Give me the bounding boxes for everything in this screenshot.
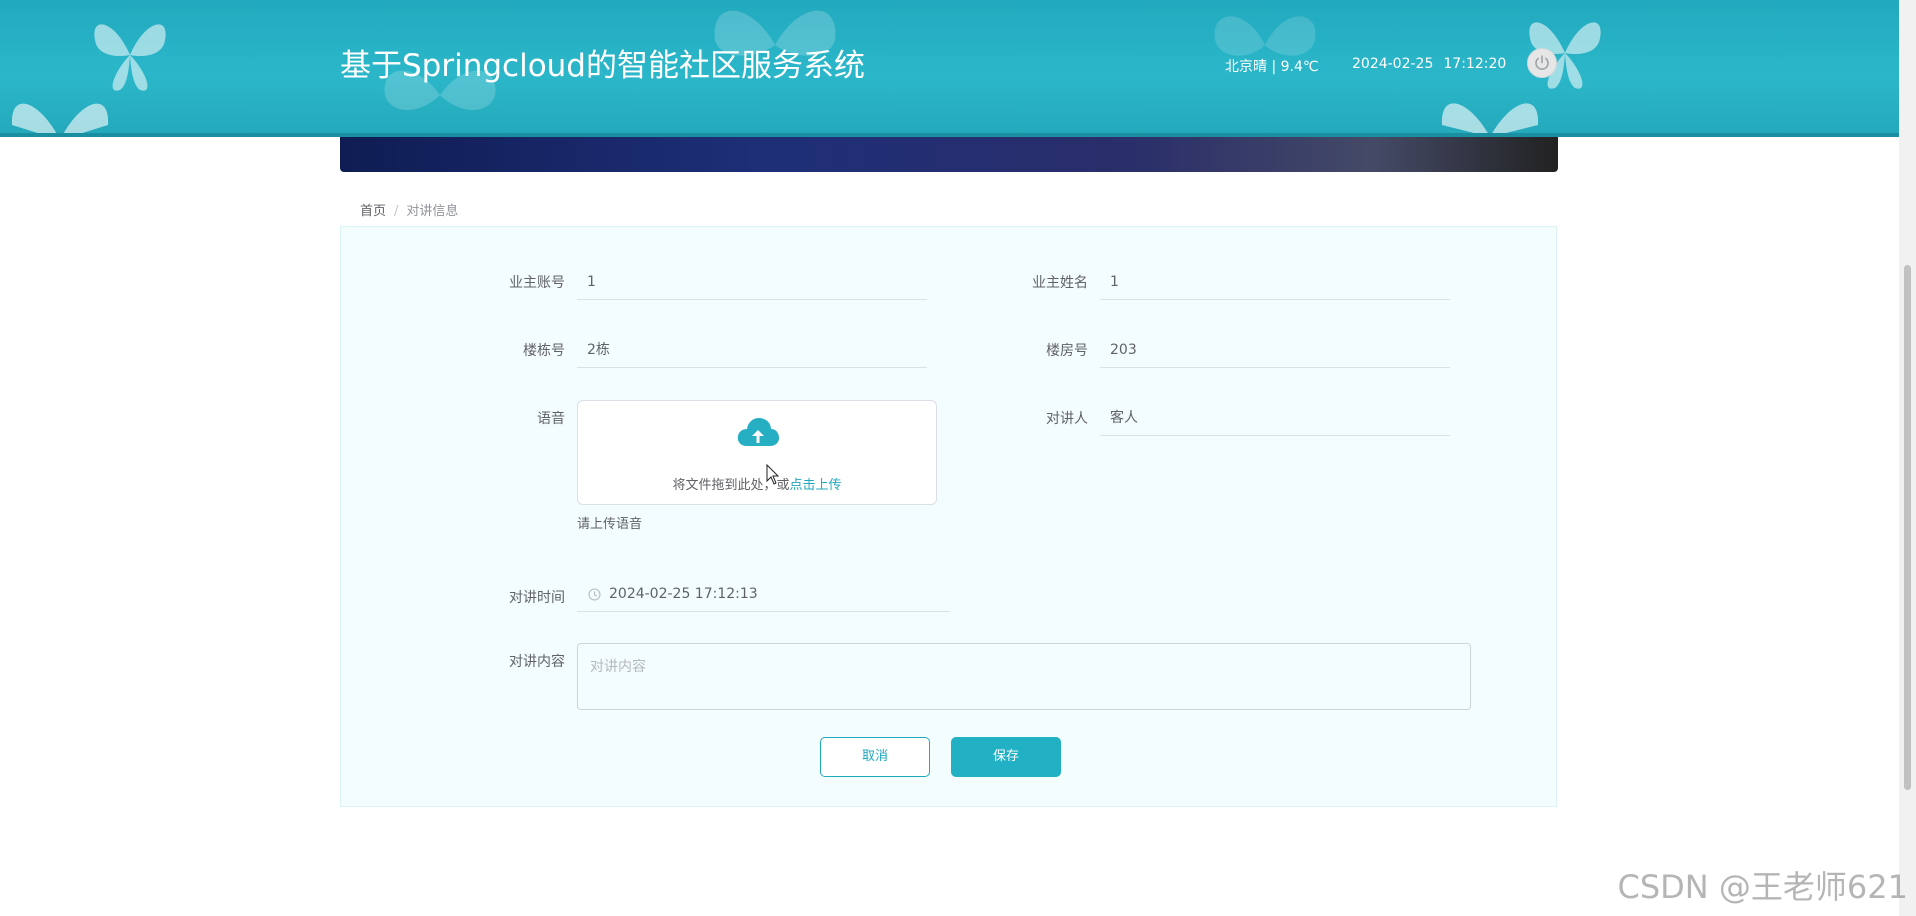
site-title: 基于Springcloud的智能社区服务系统 <box>340 48 865 84</box>
save-button[interactable]: 保存 <box>951 737 1061 777</box>
breadcrumb-home[interactable]: 首页 <box>360 204 386 219</box>
room-no-input[interactable]: 203 <box>1100 332 1450 368</box>
building-no-input[interactable]: 2栋 <box>577 332 927 368</box>
voice-label: 语音 <box>537 411 565 427</box>
intercom-time-label: 对讲时间 <box>509 590 565 606</box>
page-scrollbar[interactable] <box>1899 0 1916 916</box>
current-datetime: 2024-02-25 17:12:20 <box>1352 56 1506 72</box>
mouse-cursor-icon <box>766 464 780 485</box>
intercom-content-label: 对讲内容 <box>509 654 565 670</box>
form-panel <box>340 226 1557 807</box>
upload-cloud-icon <box>737 418 779 446</box>
power-icon <box>1535 55 1549 70</box>
voice-upload-dropzone[interactable]: 将文件拖到此处，或点击上传 <box>577 400 937 505</box>
intercom-person-input[interactable]: 客人 <box>1100 400 1450 436</box>
upload-instructions: 将文件拖到此处，或点击上传 <box>578 474 936 493</box>
breadcrumb: 首页 / 对讲信息 <box>360 200 458 219</box>
weather-info: 北京晴 | 9.4℃ <box>1225 59 1319 75</box>
breadcrumb-separator: / <box>394 204 399 219</box>
scrollbar-thumb[interactable] <box>1904 265 1911 790</box>
owner-name-label: 业主姓名 <box>1032 275 1088 291</box>
owner-account-label: 业主账号 <box>509 275 565 291</box>
butterfly-decoration <box>1441 103 1539 137</box>
top-header: 基于Springcloud的智能社区服务系统 北京晴 | 9.4℃ 2024-0… <box>0 0 1899 137</box>
clock-icon <box>588 588 601 601</box>
logout-button[interactable] <box>1527 48 1557 78</box>
building-no-label: 楼栋号 <box>523 343 565 359</box>
current-date: 2024-02-25 <box>1352 56 1434 72</box>
intercom-time-picker[interactable]: 2024-02-25 17:12:13 <box>577 578 950 612</box>
watermark: CSDN @王老师621 <box>1617 868 1909 906</box>
owner-name-input[interactable]: 1 <box>1100 264 1450 300</box>
butterfly-decoration <box>11 103 109 137</box>
cancel-button[interactable]: 取消 <box>820 737 930 777</box>
current-time: 17:12:20 <box>1443 56 1507 72</box>
intercom-person-label: 对讲人 <box>1046 411 1088 427</box>
room-no-label: 楼房号 <box>1046 343 1088 359</box>
banner-image <box>340 137 1558 172</box>
breadcrumb-current: 对讲信息 <box>406 204 459 219</box>
upload-tip: 请上传语音 <box>577 517 643 532</box>
owner-account-input[interactable]: 1 <box>577 264 927 300</box>
intercom-content-textarea[interactable] <box>577 643 1471 710</box>
upload-click-link[interactable]: 点击上传 <box>790 478 842 493</box>
intercom-time-value: 2024-02-25 17:12:13 <box>609 586 758 602</box>
